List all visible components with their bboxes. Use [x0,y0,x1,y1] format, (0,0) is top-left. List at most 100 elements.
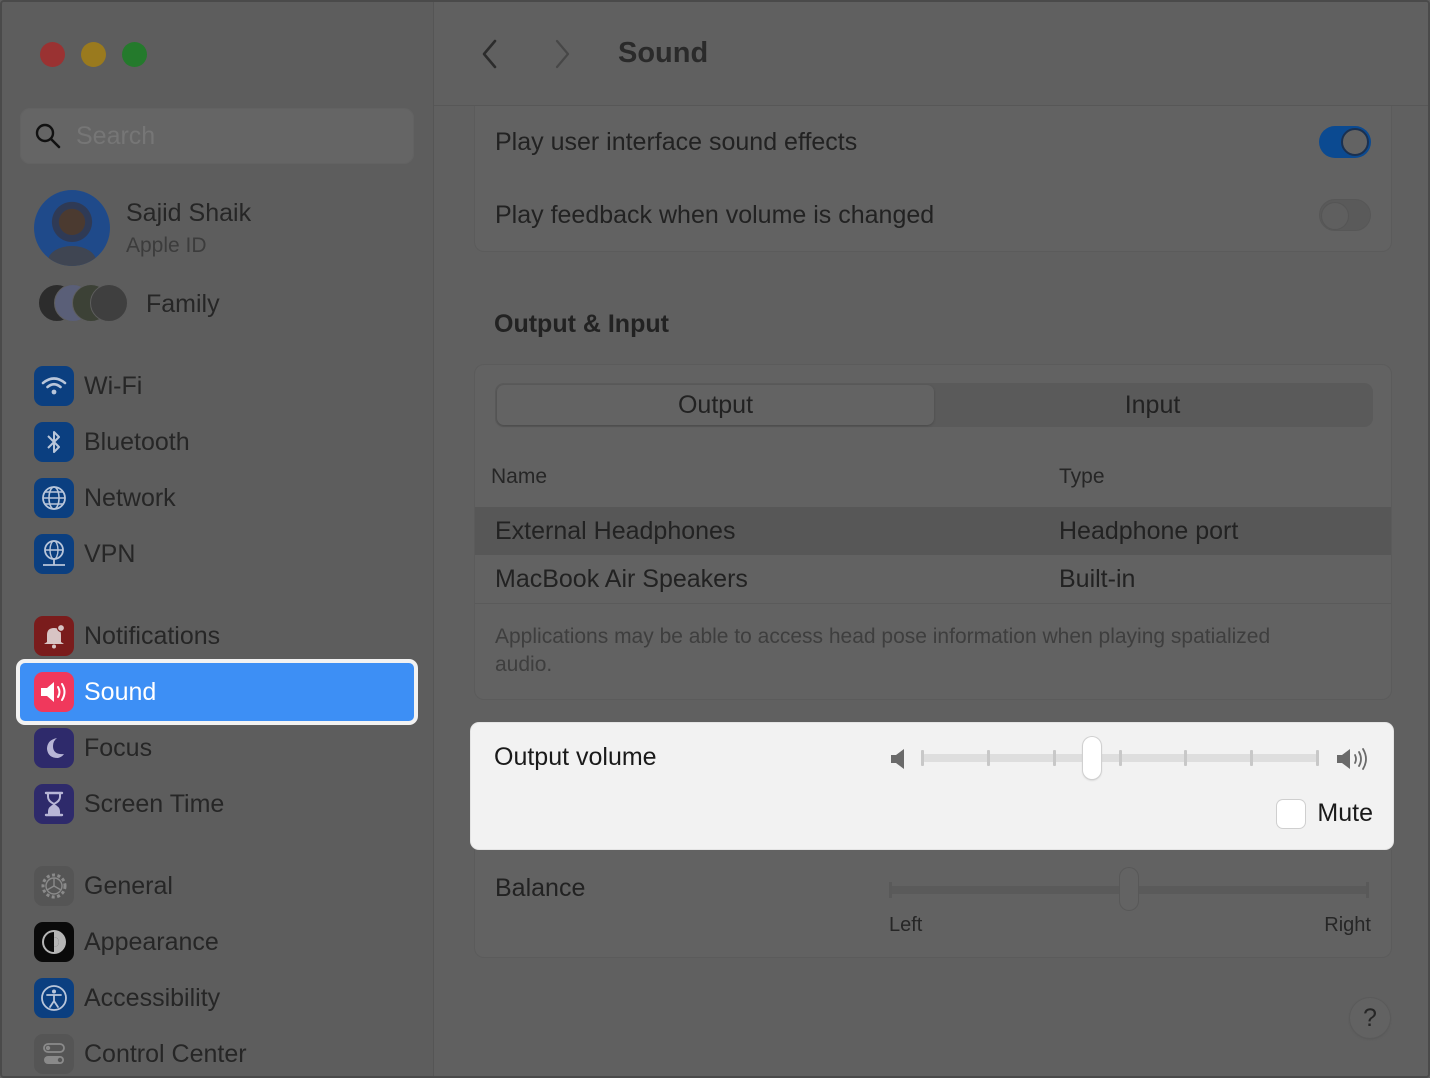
output-input-segmented-control: Output Input [495,383,1373,427]
bell-icon [34,616,74,656]
bluetooth-icon [34,422,74,462]
sidebar: Sajid Shaik Apple ID Family Wi- [2,2,434,1076]
balance-slider-thumb[interactable] [1120,868,1138,910]
sidebar-item-sound[interactable]: Sound [16,659,418,725]
slider-tick [1118,750,1122,766]
content-pane: Sound Play user interface sound effects … [434,2,1428,1076]
ui-sound-effects-row: Play user interface sound effects [475,106,1391,178]
sidebar-item-label: Accessibility [84,983,221,1012]
balance-tick-right [1366,882,1369,898]
sidebar-item-screen-time[interactable]: Screen Time [20,778,414,830]
profile-subtitle: Apple ID [126,233,207,257]
speaker-icon [34,672,74,712]
search-input[interactable] [76,121,376,151]
toggle-knob [1321,202,1349,230]
spatial-audio-note: Applications may be able to access head … [495,625,1271,676]
forward-button[interactable] [542,34,582,74]
accessibility-icon [34,978,74,1018]
device-name: MacBook Air Speakers [495,564,748,593]
output-volume-slider[interactable] [889,737,1371,781]
device-type: Built-in [1059,564,1136,593]
mute-checkbox-row[interactable]: Mute [1277,799,1373,828]
device-name: External Headphones [495,516,736,545]
sidebar-item-bluetooth[interactable]: Bluetooth [20,416,414,468]
sidebar-item-notifications[interactable]: Notifications [20,610,414,662]
slider-thumb[interactable] [1083,737,1102,779]
vpn-globe-icon [34,534,74,574]
sidebar-item-appearance[interactable]: Appearance [20,916,414,968]
appearance-icon [34,922,74,962]
output-volume-label: Output volume [494,743,657,771]
sidebar-item-network[interactable]: Network [20,472,414,524]
device-table: Name Type External Headphones Headphone … [475,447,1391,603]
sidebar-item-label: VPN [84,539,136,568]
slider-tick [1316,750,1319,766]
speaker-high-icon [1337,748,1367,770]
column-header-name[interactable]: Name [475,465,1059,489]
ui-sound-effects-label: Play user interface sound effects [495,127,858,156]
column-header-type[interactable]: Type [1059,465,1391,489]
sidebar-item-label: Appearance [84,927,219,956]
ui-sound-effects-toggle[interactable] [1319,126,1371,158]
sidebar-item-label: General [84,871,173,900]
mute-checkbox[interactable] [1277,799,1306,828]
speaker-low-icon [891,749,904,769]
family-item[interactable]: Family [38,284,220,324]
hourglass-icon [34,784,74,824]
control-center-icon [34,1034,74,1074]
sidebar-item-label: Bluetooth [84,427,190,456]
sidebar-item-label: Wi-Fi [84,371,143,400]
balance-tick-left [889,882,892,898]
profile-name: Sajid Shaik [126,198,252,227]
output-input-card: Output Input Name Type External Headphon… [474,364,1392,700]
sidebar-item-vpn[interactable]: VPN [20,528,414,580]
help-button[interactable]: ? [1350,998,1390,1038]
family-label: Family [146,289,220,318]
gear-icon [34,866,74,906]
minimize-window-button[interactable] [81,42,106,67]
balance-card: Balance Left Right [474,850,1392,958]
sidebar-item-focus[interactable]: Focus [20,722,414,774]
volume-feedback-toggle[interactable] [1319,199,1371,231]
sidebar-item-label: Sound [84,677,157,706]
close-window-button[interactable] [40,42,65,67]
divider [475,603,1391,604]
family-avatars [38,284,130,324]
sound-effects-card: Play user interface sound effects Play f… [474,106,1392,252]
output-input-heading: Output & Input [494,310,669,338]
sidebar-item-accessibility[interactable]: Accessibility [20,972,414,1024]
globe-icon [34,478,74,518]
volume-feedback-label: Play feedback when volume is changed [495,200,935,229]
window-controls [40,42,147,67]
slider-tick [1250,750,1254,766]
moon-icon [34,728,74,768]
toolbar: Sound [434,2,1428,106]
family-avatar [90,284,128,322]
slider-tick [1052,750,1056,766]
sidebar-item-label: Network [84,483,176,512]
apple-id-profile[interactable]: Sajid Shaik Apple ID [34,190,251,266]
sidebar-item-label: Focus [84,733,153,762]
wifi-icon [34,366,74,406]
back-button[interactable] [470,34,510,74]
table-row[interactable]: External Headphones Headphone port [475,507,1391,555]
search-icon [35,123,61,149]
volume-feedback-row: Play feedback when volume is changed [475,178,1391,252]
table-row[interactable]: MacBook Air Speakers Built-in [475,555,1391,603]
tab-input[interactable]: Input [934,385,1371,425]
tab-output[interactable]: Output [497,385,934,425]
toggle-knob [1341,128,1369,156]
sidebar-item-label: Control Center [84,1039,247,1068]
sidebar-item-wifi[interactable]: Wi-Fi [20,360,414,412]
balance-right-label: Right [1324,914,1371,936]
slider-tick [1184,750,1188,766]
sidebar-item-general[interactable]: General [20,860,414,912]
mute-label: Mute [1317,799,1373,827]
sidebar-item-label: Notifications [84,621,221,650]
sidebar-item-control-center[interactable]: Control Center [20,1028,414,1076]
search-field[interactable] [20,108,414,164]
slider-tick [921,750,924,766]
zoom-window-button[interactable] [122,42,147,67]
avatar [34,190,110,266]
chevron-left-icon [482,39,497,68]
